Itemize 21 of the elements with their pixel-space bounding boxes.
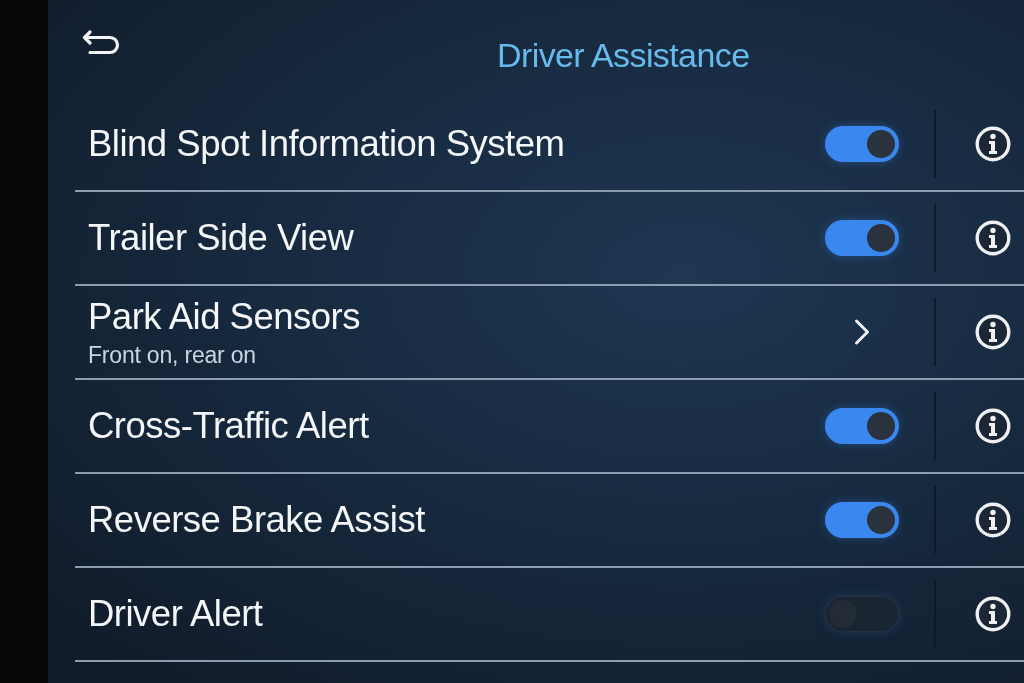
info-icon[interactable] (975, 314, 1011, 350)
toggle-switch[interactable] (825, 408, 899, 444)
info-icon[interactable] (975, 126, 1011, 162)
chevron-icon[interactable] (854, 318, 870, 346)
setting-label: Blind Spot Information System (88, 123, 565, 165)
setting-label: Cross-Traffic Alert (88, 405, 369, 447)
back-icon[interactable] (82, 30, 120, 56)
setting-label: Driver Alert (88, 593, 263, 635)
toggle-switch[interactable] (825, 502, 899, 538)
toggle-switch[interactable] (825, 220, 899, 256)
screen-title: Driver Assistance (497, 36, 750, 75)
setting-label: Trailer Side View (88, 217, 354, 259)
info-icon[interactable] (975, 220, 1011, 256)
info-icon[interactable] (975, 502, 1011, 538)
setting-status: Front on, rear on (88, 341, 256, 369)
setting-label: Reverse Brake Assist (88, 499, 425, 541)
info-icon[interactable] (975, 596, 1011, 632)
toggle-switch[interactable] (825, 596, 899, 632)
toggle-switch[interactable] (825, 126, 899, 162)
setting-label: Park Aid Sensors (88, 295, 360, 338)
info-icon[interactable] (975, 408, 1011, 444)
